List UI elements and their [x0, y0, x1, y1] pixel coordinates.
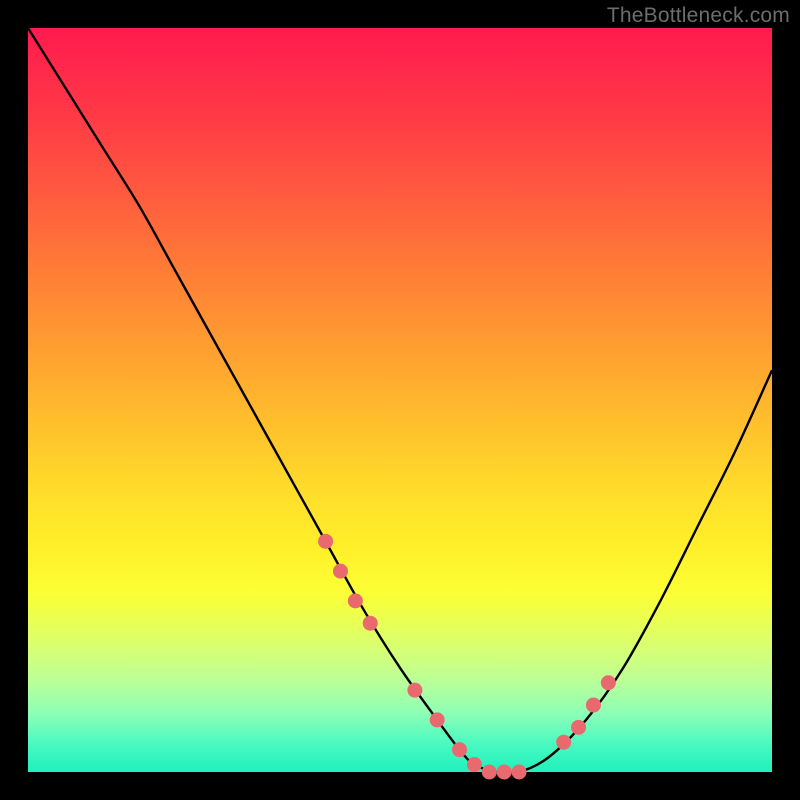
highlight-dot	[318, 534, 333, 549]
highlight-dot	[586, 698, 601, 713]
highlight-dots-group	[318, 534, 616, 780]
highlight-dot	[430, 712, 445, 727]
highlight-dot	[571, 720, 586, 735]
highlight-dot	[512, 765, 527, 780]
highlight-dot	[363, 616, 378, 631]
highlight-dot	[348, 593, 363, 608]
highlight-dot	[333, 564, 348, 579]
highlight-dot	[467, 757, 482, 772]
highlight-dot	[407, 683, 422, 698]
highlight-dot	[556, 735, 571, 750]
highlight-dot	[452, 742, 467, 757]
highlight-dot	[601, 675, 616, 690]
chart-frame: TheBottleneck.com	[0, 0, 800, 800]
highlight-dot	[497, 765, 512, 780]
bottleneck-curve	[28, 28, 772, 773]
highlight-dot	[482, 765, 497, 780]
curve-layer	[28, 28, 772, 772]
watermark-text: TheBottleneck.com	[607, 4, 790, 28]
